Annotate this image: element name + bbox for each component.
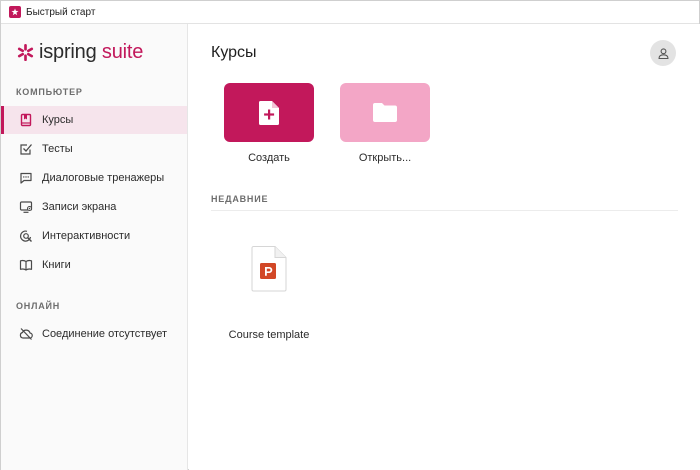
book-icon <box>20 113 32 127</box>
open-book-icon <box>19 259 33 271</box>
section-label-online: ОНЛАЙН <box>16 301 61 311</box>
screen-record-icon <box>19 201 33 213</box>
logo-text-suite: suite <box>96 41 144 63</box>
sidebar-item-label: Диалоговые тренажеры <box>42 172 165 184</box>
sidebar-item-dialog-simulations[interactable]: Диалоговые тренажеры <box>1 164 187 192</box>
page-title: Курсы <box>211 44 257 61</box>
create-course-button[interactable] <box>224 83 314 142</box>
powerpoint-file-icon <box>251 246 287 292</box>
recent-section-label: НЕДАВНИЕ <box>211 194 269 204</box>
sidebar-item-label: Записи экрана <box>42 201 117 213</box>
chat-icon <box>20 172 32 184</box>
sidebar-item-courses[interactable]: Курсы <box>1 106 187 134</box>
ispring-suite-logo: ispring suite <box>16 42 143 62</box>
new-document-icon <box>259 100 279 125</box>
recent-file-name: Course template <box>228 329 310 341</box>
checkbox-icon <box>20 144 32 155</box>
title-bar: Быстрый старт <box>1 1 699 24</box>
sidebar-item-tests[interactable]: Тесты <box>1 135 187 163</box>
sidebar-item-label: Интерактивности <box>42 230 131 242</box>
main-content: Курсы Создать Открыть... НЕДАВНИЕ Course… <box>189 24 700 470</box>
create-course-label[interactable]: Создать <box>214 152 324 165</box>
open-course-label[interactable]: Открыть... <box>330 152 440 165</box>
user-avatar-button[interactable] <box>650 40 676 66</box>
cloud-off-icon <box>19 328 33 340</box>
open-course-button[interactable] <box>340 83 430 142</box>
user-icon <box>657 47 669 59</box>
sidebar-item-label: Курсы <box>42 114 74 126</box>
recent-file-item[interactable]: Course template <box>219 246 319 346</box>
app-window: Быстрый старт ispring suite КОМПЬЮТЕР Ку… <box>0 0 700 470</box>
sidebar-item-books[interactable]: Книги <box>1 251 187 279</box>
section-divider <box>211 210 678 211</box>
sidebar: ispring suite КОМПЬЮТЕР Курсы Тесты Диал… <box>1 24 188 470</box>
folder-icon <box>373 103 397 122</box>
ispring-logo-icon <box>17 43 34 61</box>
window-title: Быстрый старт <box>26 7 96 18</box>
sidebar-item-label: Книги <box>42 259 71 271</box>
ispring-app-icon <box>9 6 21 18</box>
sidebar-item-connection-status[interactable]: Соединение отсутствует <box>1 320 187 348</box>
sidebar-item-label: Тесты <box>42 143 73 155</box>
sidebar-item-screen-recordings[interactable]: Записи экрана <box>1 193 187 221</box>
sidebar-item-interactions[interactable]: Интерактивности <box>1 222 187 250</box>
interaction-icon <box>19 230 32 242</box>
logo-text-ispring: ispring <box>39 41 97 63</box>
section-label-computer: КОМПЬЮТЕР <box>16 87 83 97</box>
sidebar-item-label: Соединение отсутствует <box>42 328 168 340</box>
